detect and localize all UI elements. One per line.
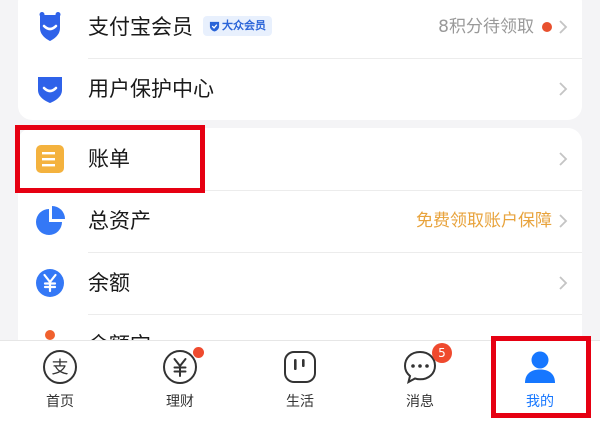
unread-dot	[542, 22, 552, 32]
alipay-logo-icon: 支	[43, 350, 77, 384]
member-title: 支付宝会员	[88, 15, 193, 39]
list-item-total-assets[interactable]: 总资产 免费领取账户保障	[18, 190, 582, 252]
chevron-right-icon	[559, 276, 568, 290]
messages-count-badge: 5	[432, 343, 452, 363]
tab-wealth[interactable]: 理财	[120, 341, 240, 421]
chevron-right-icon	[559, 214, 568, 228]
member-level-text: 大众会员	[222, 19, 266, 32]
list-item-member[interactable]: 支付宝会员 大众会员 8积分待领取	[18, 0, 582, 58]
list-item-user-protection[interactable]: 用户保护中心	[18, 58, 582, 120]
bill-label: 账单	[88, 147, 130, 171]
tab-label-home: 首页	[46, 394, 74, 410]
protection-shield-icon	[34, 73, 66, 105]
member-points-text: 8积分待领取	[438, 17, 534, 37]
tab-label-messages: 消息	[406, 394, 434, 410]
person-icon	[525, 351, 555, 383]
list-item-balance[interactable]: 余额	[18, 252, 582, 314]
member-label: 支付宝会员 大众会员	[88, 13, 272, 41]
balance-label: 余额	[88, 271, 130, 295]
tab-me[interactable]: 我的	[480, 341, 600, 421]
member-points: 8积分待领取	[438, 14, 552, 40]
badge-shield-icon	[209, 21, 220, 32]
chevron-right-icon	[559, 20, 568, 34]
user-protection-label: 用户保护中心	[88, 77, 214, 101]
tab-life[interactable]: 生活	[240, 341, 360, 421]
tab-label-life: 生活	[286, 394, 314, 410]
chevron-right-icon	[559, 152, 568, 166]
tab-home[interactable]: 支 首页	[0, 341, 120, 421]
wealth-unread-dot	[193, 347, 204, 358]
chevron-right-icon	[559, 82, 568, 96]
life-square-icon	[284, 351, 316, 383]
member-level-badge: 大众会员	[203, 16, 272, 36]
member-shield-icon	[34, 11, 66, 43]
list-item-bill[interactable]: 账单	[18, 128, 582, 190]
svg-text:支: 支	[52, 358, 69, 378]
assets-promo[interactable]: 免费领取账户保障	[416, 208, 552, 234]
pie-chart-icon	[34, 205, 66, 237]
yuan-coin-icon	[34, 267, 66, 299]
bottom-tab-bar: 支 首页 理财 生活 5 消息 我的	[0, 340, 600, 421]
member-card: 支付宝会员 大众会员 8积分待领取 用户保护中心	[18, 0, 582, 120]
assets-promo-text: 免费领取账户保障	[416, 211, 552, 231]
tab-messages[interactable]: 5 消息	[360, 341, 480, 421]
bill-list-icon	[34, 143, 66, 175]
total-assets-label: 总资产	[88, 209, 151, 233]
tab-label-wealth: 理财	[166, 394, 194, 410]
tab-label-me: 我的	[526, 394, 554, 410]
